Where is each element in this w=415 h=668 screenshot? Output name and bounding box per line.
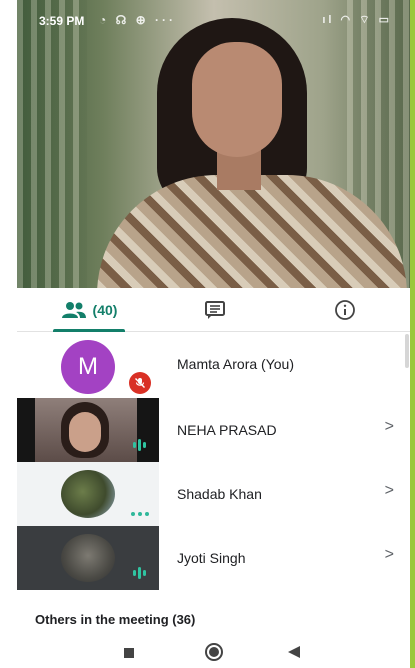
meet-screen: 3:59 PM ◔ ☊ ⊕ ··· ıl ◠ ⌔ ▭ (40) M Mamta … bbox=[17, 0, 410, 668]
others-section-header: Others in the meeting (36) bbox=[35, 612, 196, 627]
status-time: 3:59 PM bbox=[39, 14, 85, 28]
list-item[interactable]: Jyoti Singh > bbox=[17, 526, 410, 590]
participant-name: Mamta Arora (You) bbox=[177, 356, 294, 372]
participant-tile bbox=[17, 526, 159, 590]
participant-name: Shadab Khan bbox=[177, 486, 262, 502]
avatar bbox=[61, 534, 115, 582]
avatar: M bbox=[61, 340, 115, 394]
participant-count: (40) bbox=[92, 302, 118, 318]
chevron-right-icon[interactable]: > bbox=[385, 546, 394, 564]
chevron-right-icon[interactable]: > bbox=[385, 418, 394, 436]
list-item[interactable]: NEHA PRASAD > bbox=[17, 398, 410, 462]
participant-tile bbox=[17, 398, 159, 462]
mic-off-icon bbox=[129, 372, 151, 394]
tab-chat[interactable] bbox=[193, 288, 237, 332]
system-nav-bar bbox=[17, 636, 410, 668]
back-icon[interactable] bbox=[287, 645, 301, 664]
info-icon bbox=[335, 300, 355, 320]
more-dots-icon bbox=[131, 512, 149, 516]
main-video-feed[interactable]: 3:59 PM ◔ ☊ ⊕ ··· ıl ◠ ⌔ ▭ bbox=[17, 0, 410, 288]
list-item[interactable]: M Mamta Arora (You) bbox=[17, 332, 410, 396]
audio-level-icon bbox=[133, 567, 146, 579]
participant-name: NEHA PRASAD bbox=[177, 422, 277, 438]
participant-tile: M bbox=[17, 332, 159, 396]
recents-icon[interactable] bbox=[123, 646, 135, 664]
status-bar: 3:59 PM ◔ ☊ ⊕ ··· ıl ◠ ⌔ ▭ bbox=[17, 10, 410, 32]
participant-tile bbox=[17, 462, 159, 526]
system-status-icons: ıl ◠ ⌔ ▭ bbox=[322, 14, 392, 26]
tab-info[interactable] bbox=[323, 288, 367, 332]
participant-name: Jyoti Singh bbox=[177, 550, 246, 566]
tab-people[interactable]: (40) bbox=[39, 288, 139, 332]
home-icon[interactable] bbox=[204, 642, 224, 667]
avatar bbox=[61, 470, 115, 518]
chevron-right-icon[interactable]: > bbox=[385, 482, 394, 500]
chat-icon bbox=[205, 301, 225, 319]
meeting-tabs: (40) bbox=[17, 288, 410, 332]
edge-strip bbox=[410, 0, 415, 668]
list-item[interactable]: Shadab Khan > bbox=[17, 462, 410, 526]
people-icon bbox=[61, 302, 86, 318]
audio-level-icon bbox=[133, 439, 146, 451]
notification-icons: ◔ ☊ ⊕ ··· bbox=[99, 13, 176, 27]
